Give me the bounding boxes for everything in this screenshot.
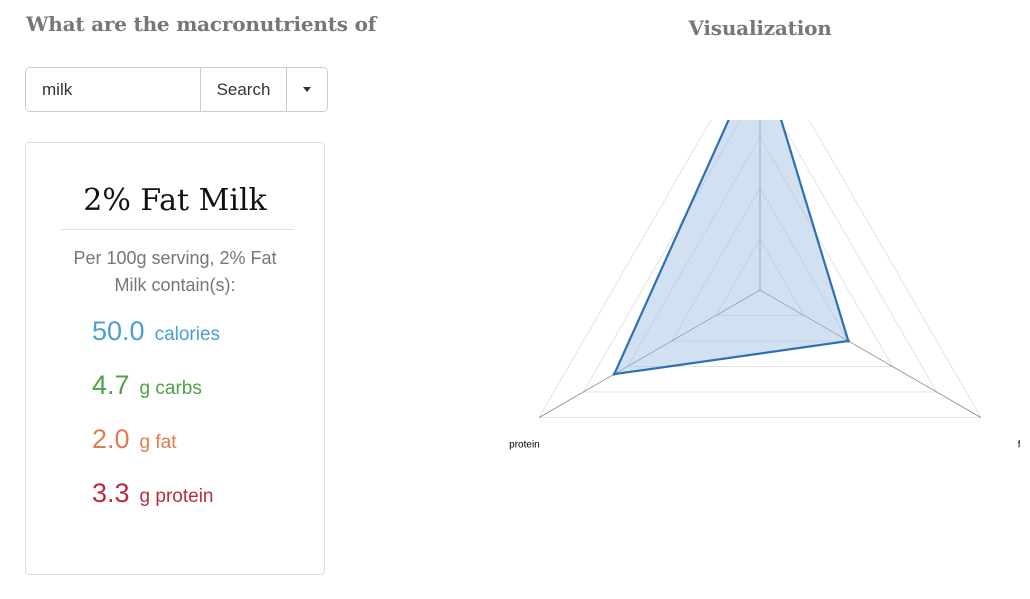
nutrient-value: 50.0 bbox=[92, 316, 145, 346]
nutrient-label: g protein bbox=[139, 486, 214, 507]
search-group: Search bbox=[25, 67, 328, 112]
serving-description: Per 100g serving, 2% Fat Milk contain(s)… bbox=[73, 248, 277, 295]
page-heading: What are the macronutrients of bbox=[26, 12, 377, 36]
nutrient-row-carbs: 4.7 g carbs bbox=[92, 370, 202, 406]
nutrient-value: 2.0 bbox=[92, 424, 130, 454]
radar-point-fat bbox=[846, 339, 850, 343]
radar-axis-label-fat: fat bbox=[1018, 440, 1020, 451]
nutrient-value: 4.7 bbox=[92, 370, 130, 400]
radar-chart: carbsfatprotein bbox=[509, 120, 1020, 451]
nutrient-row-protein: 3.3 g protein bbox=[92, 478, 214, 514]
dropdown-toggle-button[interactable] bbox=[286, 68, 327, 111]
nutrient-label: g carbs bbox=[139, 378, 202, 399]
nutrient-row-fat: 2.0 g fat bbox=[92, 424, 177, 460]
nutrient-row-calories: 50.0 calories bbox=[92, 316, 220, 352]
visualization-heading: Visualization bbox=[688, 16, 832, 40]
nutrient-label: g fat bbox=[139, 432, 177, 453]
search-input[interactable] bbox=[26, 68, 200, 111]
search-button[interactable]: Search bbox=[200, 68, 286, 111]
caret-down-icon bbox=[303, 87, 311, 92]
nutrient-value: 3.3 bbox=[92, 478, 130, 508]
food-title: 2% Fat Milk bbox=[83, 183, 267, 218]
title-divider bbox=[60, 229, 294, 230]
radar-data-polygon bbox=[612, 120, 850, 376]
nutrition-card: 2% Fat Milk Per 100g serving, 2% Fat Mil… bbox=[25, 142, 325, 575]
nutrient-label: calories bbox=[154, 324, 221, 345]
radar-axis-label-protein: protein bbox=[509, 440, 540, 451]
radar-point-protein bbox=[612, 372, 616, 376]
